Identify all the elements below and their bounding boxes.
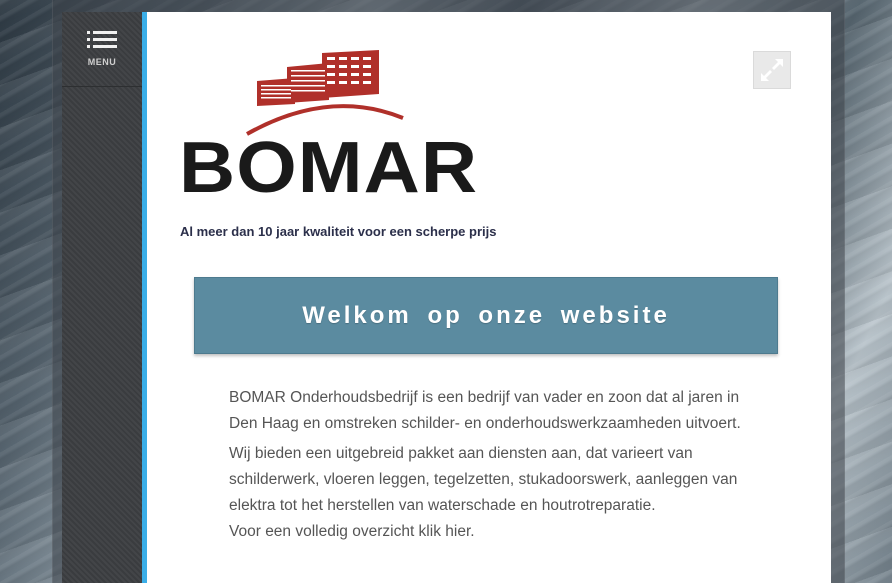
menu-icon [87, 31, 117, 49]
fullscreen-icon [761, 59, 783, 81]
tagline: Al meer dan 10 jaar kwaliteit voor een s… [180, 224, 497, 239]
intro-text: BOMAR Onderhoudsbedrijf is een bedrijf v… [229, 385, 749, 549]
overview-prefix: Voor een volledig overzicht klik [229, 523, 446, 540]
menu-label: MENU [87, 57, 117, 67]
fullscreen-button[interactable] [753, 51, 791, 89]
sidebar: MENU [62, 12, 147, 583]
overview-link[interactable]: hier [445, 523, 470, 540]
welcome-title: Welkom op onze website [302, 301, 670, 329]
building-logo-icon [246, 50, 404, 136]
intro-paragraph-2-text: Wij bieden een uitgebreid pakket aan die… [229, 445, 738, 514]
bomar-logo[interactable]: BOMAR [179, 48, 489, 204]
logo-wordmark: BOMAR [179, 128, 479, 208]
overview-suffix: . [470, 523, 475, 540]
intro-paragraph-1: BOMAR Onderhoudsbedrijf is een bedrijf v… [229, 389, 741, 432]
content-panel: BOMAR Al meer dan 10 jaar kwaliteit voor… [147, 12, 831, 583]
intro-paragraph-2: Wij bieden een uitgebreid pakket aan die… [229, 441, 749, 545]
welcome-banner: Welkom op onze website [194, 277, 778, 354]
menu-button[interactable]: MENU [62, 12, 142, 87]
